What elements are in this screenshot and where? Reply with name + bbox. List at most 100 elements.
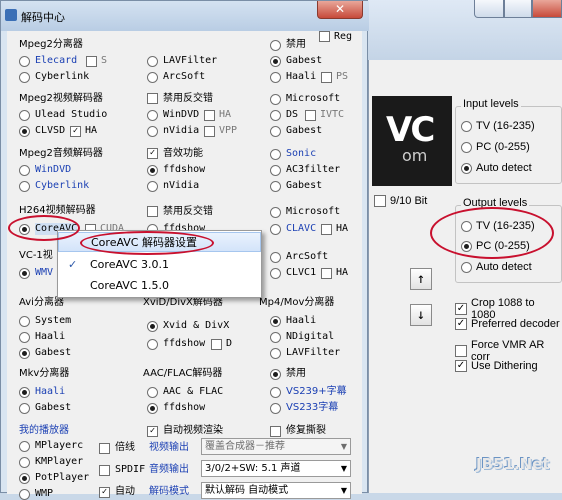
minimize-button[interactable] (474, 0, 504, 18)
nvidia-audio-radio[interactable] (147, 181, 158, 192)
sound-effect-checkbox[interactable]: ✓ (147, 148, 158, 159)
auto-render-checkbox[interactable]: ✓ (147, 426, 158, 437)
input-auto-option[interactable]: Auto detect (461, 162, 532, 174)
ffdshow-xvid-radio[interactable] (147, 339, 158, 350)
cyberlink-audio-radio[interactable] (19, 181, 30, 192)
maximize-button[interactable] (504, 0, 532, 18)
check-icon[interactable]: ✓ (455, 318, 467, 330)
ac3filter-radio[interactable] (270, 165, 281, 176)
windvd-audio-radio[interactable] (19, 165, 30, 176)
haali-mp4-radio[interactable] (270, 316, 281, 327)
move-down-button[interactable]: ↓ (410, 304, 432, 326)
vs239-radio[interactable] (270, 387, 281, 398)
move-up-button[interactable]: ↑ (410, 268, 432, 290)
ivtc-checkbox[interactable] (305, 110, 316, 121)
video-out-select[interactable]: 覆盖合成器－推荐 ▼ (201, 438, 351, 455)
vc1-title: VC-1视 (19, 250, 53, 261)
lavfilter-mp4-radio[interactable] (270, 348, 281, 359)
check-icon[interactable] (455, 345, 467, 357)
subtitle-disable-radio[interactable] (270, 369, 281, 380)
ffdshow-audio-radio[interactable] (147, 165, 158, 176)
output-auto-option[interactable]: Auto detect (461, 261, 532, 273)
fix-tearing-checkbox[interactable] (270, 426, 281, 437)
preferred-decoder-label: Preferred decoder (471, 318, 560, 330)
ffdshow-aac-radio[interactable] (147, 403, 158, 414)
radio-icon[interactable] (461, 162, 472, 174)
radio-icon[interactable] (461, 141, 472, 153)
radio-icon[interactable] (461, 120, 472, 132)
check-icon[interactable]: ✓ (455, 360, 467, 372)
clvc1-ha-checkbox[interactable] (321, 268, 332, 279)
bg-close-button[interactable] (532, 0, 562, 18)
ulead-label: Ulead Studio (35, 109, 108, 120)
haali-avi-radio[interactable] (19, 332, 30, 343)
ndigital-radio[interactable] (270, 332, 281, 343)
wmp-label: WMP (35, 488, 54, 499)
haali-radio[interactable] (270, 72, 281, 83)
s-checkbox[interactable] (86, 56, 97, 67)
preferred-decoder-option[interactable]: ✓ Preferred decoder (455, 318, 560, 330)
cyberlink-radio[interactable] (19, 72, 30, 83)
reg-checkbox[interactable] (319, 31, 330, 42)
vpp-checkbox[interactable] (204, 126, 215, 137)
times-checkbox[interactable] (99, 443, 110, 454)
arcsoft-vc1-radio[interactable] (270, 252, 281, 263)
system-radio[interactable] (19, 316, 30, 327)
close-button[interactable]: ✕ (317, 1, 363, 19)
ha-label: HA (85, 125, 98, 136)
deinterlace-checkbox[interactable] (147, 93, 158, 104)
arcsoft-radio[interactable] (147, 72, 158, 83)
spdif-checkbox[interactable] (99, 465, 110, 476)
chevron-down-icon: ▼ (340, 464, 347, 473)
ps-checkbox[interactable] (321, 72, 332, 83)
vs233-radio[interactable] (270, 403, 281, 414)
sonic-radio[interactable] (270, 149, 281, 160)
decode-mode-select[interactable]: 默认解码 自动模式 ▼ (201, 482, 351, 499)
aac-radio[interactable] (147, 387, 158, 398)
kmplayer-label: KMPlayer (35, 456, 84, 467)
wmp-radio[interactable] (19, 489, 30, 500)
menu-item-coreavc-301[interactable]: ✓ CoreAVC 3.0.1 (58, 255, 261, 275)
menu-item-coreavc-150[interactable]: CoreAVC 1.5.0 (58, 276, 261, 296)
xvid-radio[interactable] (147, 321, 158, 332)
elecard-radio[interactable] (19, 56, 30, 67)
gabest-video-radio[interactable] (270, 126, 281, 137)
clvc1-radio[interactable] (270, 268, 281, 279)
radio-icon[interactable] (461, 261, 472, 273)
cyberlink-label: Cyberlink (35, 71, 90, 82)
dithering-option[interactable]: ✓ Use Dithering (455, 360, 538, 372)
windvd-radio[interactable] (147, 110, 158, 121)
ds-radio[interactable] (270, 110, 281, 121)
gabest-avi-radio[interactable] (19, 348, 30, 359)
microsoft-h264-radio[interactable] (270, 207, 281, 218)
h264-deinterlace-checkbox[interactable] (147, 206, 158, 217)
input-tv-option[interactable]: TV (16-235) (461, 120, 535, 132)
kmplayer-radio[interactable] (19, 457, 30, 468)
check-icon[interactable]: ✓ (455, 303, 467, 315)
bit-option[interactable]: 9/10 Bit (374, 195, 427, 207)
clvsd-radio[interactable] (19, 126, 30, 137)
microsoft-radio[interactable] (270, 94, 281, 105)
ha2-checkbox[interactable] (204, 110, 215, 121)
bit-checkbox[interactable] (374, 195, 386, 207)
windvd-label: WinDVD (163, 109, 200, 120)
lavfilter-radio[interactable] (147, 56, 158, 67)
ulead-radio[interactable] (19, 110, 30, 121)
mplayerc-radio[interactable] (19, 441, 30, 452)
gabest-mkv-radio[interactable] (19, 403, 30, 414)
clavc-ha-checkbox[interactable] (321, 224, 332, 235)
d-checkbox[interactable] (211, 339, 222, 350)
haali-mkv-radio[interactable] (19, 387, 30, 398)
input-pc-option[interactable]: PC (0-255) (461, 141, 530, 153)
audio-out-select[interactable]: 3/0/2+SW: 5.1 声道 ▼ (201, 460, 351, 477)
disable-radio[interactable] (270, 40, 281, 51)
system-label: System (35, 315, 72, 326)
wmv-radio[interactable] (19, 268, 30, 279)
ha-checkbox[interactable]: ✓ (70, 126, 81, 137)
potplayer-radio[interactable] (19, 473, 30, 484)
deinterlace-label: 禁用反交错 (163, 93, 213, 104)
gabest-radio[interactable] (270, 56, 281, 67)
clavc-radio[interactable] (270, 224, 281, 235)
gabest-audio-radio[interactable] (270, 181, 281, 192)
nvidia-radio[interactable] (147, 126, 158, 137)
